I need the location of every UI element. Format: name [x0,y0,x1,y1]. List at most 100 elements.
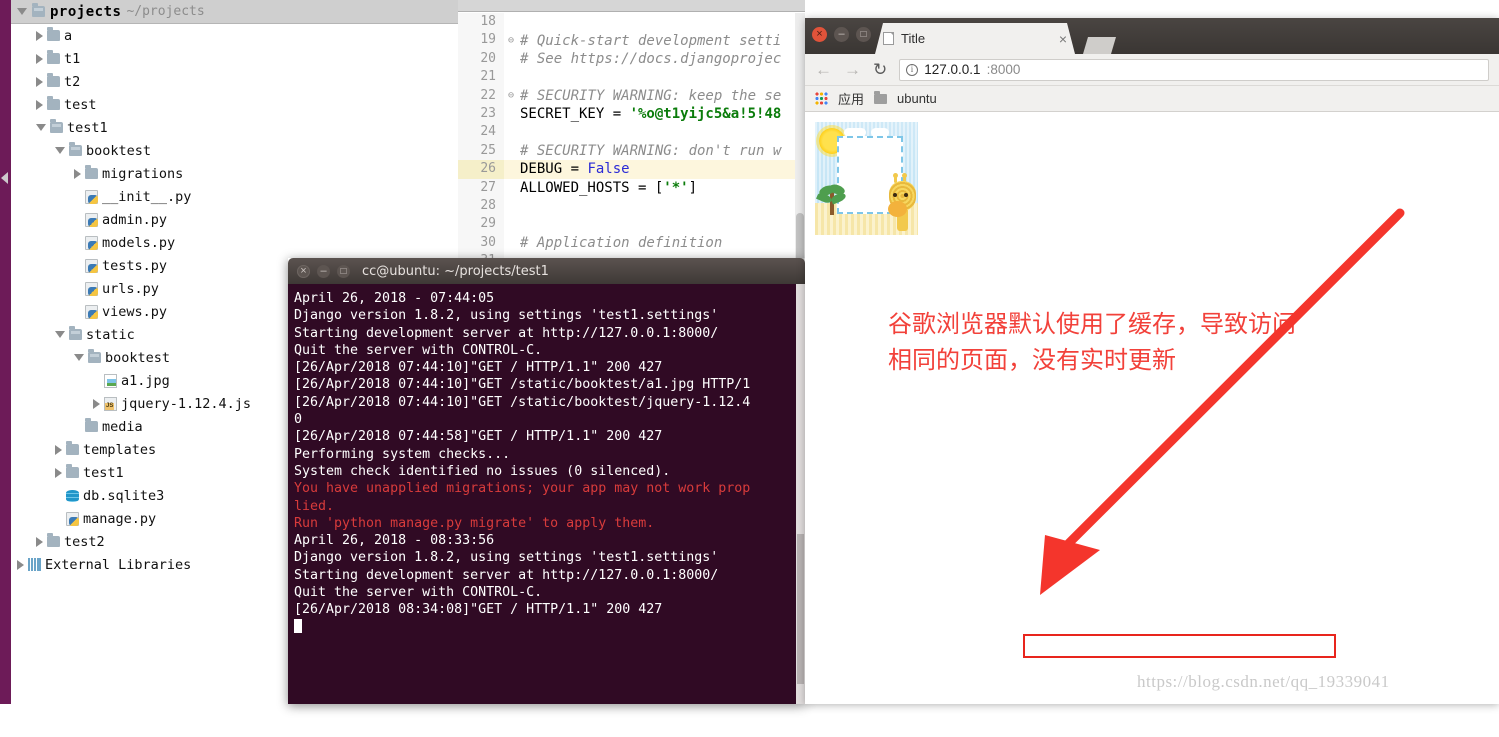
terminal-output[interactable]: April 26, 2018 - 07:44:05 Django version … [288,284,805,704]
chevron-right-icon[interactable] [36,30,43,41]
chevron-right-icon[interactable] [74,168,81,179]
terminal-scrollbar-thumb[interactable] [797,534,804,684]
chevron-right-icon[interactable] [93,398,100,409]
tree-item-booktest[interactable]: booktest [11,139,458,162]
code-text: SECRET_KEY = '%o@t1yijc5&a!5!48 [518,106,781,122]
terminal-line: You have unapplied migrations; your app … [294,481,751,497]
chevron-right-icon[interactable] [55,467,62,478]
folder-icon[interactable] [874,90,888,104]
code-identifier: SECRET_KEY = [520,106,630,123]
py-icon [85,212,98,227]
code-line[interactable]: 30 # Application definition [458,233,805,253]
project-tree-header[interactable]: projects ~/projects [11,0,458,24]
window-maximize-icon[interactable] [856,27,871,42]
chrome-tab-strip[interactable]: Title × [805,18,1499,54]
line-number: 30 [458,233,504,253]
browser-tab[interactable]: Title × [875,23,1075,54]
browser-toolbar[interactable]: ← → ↻ 127.0.0.1:8000 [805,54,1499,86]
fold-marker-icon[interactable]: ⊖ [504,90,518,101]
address-bar[interactable]: 127.0.0.1:8000 [899,58,1489,81]
chevron-right-icon[interactable] [36,536,43,547]
tree-item-test1[interactable]: test1 [11,116,458,139]
new-tab-button[interactable] [1083,37,1116,54]
code-line[interactable]: 26 DEBUG = False [458,160,805,179]
code-text: # SECURITY WARNING: don't run w [518,143,781,159]
chevron-down-icon[interactable] [55,331,65,338]
code-line[interactable]: 29 [458,215,805,234]
line-number: 22 [458,86,504,105]
tree-item--init-py[interactable]: __init__.py [11,185,458,208]
terminal-window[interactable]: cc@ubuntu: ~/projects/test1 April 26, 20… [288,258,805,704]
bookmark-ubuntu-label[interactable]: ubuntu [897,91,937,106]
a1-jpg-image[interactable] [815,122,918,235]
terminal-line: [26/Apr/2018 07:44:10]"GET /static/bookt… [294,394,751,410]
tree-item-models-py[interactable]: models.py [11,231,458,254]
terminal-line: Django version 1.8.2, using settings 'te… [294,550,719,566]
terminal-minimize-icon[interactable] [317,264,330,278]
terminal-cursor [294,618,302,633]
code-line[interactable]: 24 [458,123,805,142]
line-number: 27 [458,178,504,197]
bookmarks-bar[interactable]: 应用 ubuntu [805,86,1499,112]
chevron-right-icon[interactable] [36,53,43,64]
chevron-down-icon[interactable] [36,124,46,131]
chevron-right-icon[interactable] [36,76,43,87]
chevron-down-icon[interactable] [74,354,84,361]
forward-icon[interactable]: → [844,61,861,78]
terminal-line: April 26, 2018 - 07:44:05 [294,291,495,306]
terminal-scrollbar[interactable] [796,284,805,704]
terminal-line: Starting development server at http://12… [294,567,719,583]
py-icon [85,258,98,273]
chevron-right-icon[interactable] [55,444,62,455]
tree-item-label: models.py [102,234,176,251]
js-icon [104,396,117,411]
chevron-down-icon[interactable] [17,8,27,15]
tree-item-migrations[interactable]: migrations [11,162,458,185]
browser-tab-title: Title [901,31,926,46]
ide-left-toolstrip[interactable] [0,0,11,704]
chevron-down-icon[interactable] [55,147,65,154]
collapse-sidebar-icon[interactable] [1,172,8,184]
chevron-right-icon[interactable] [36,99,43,110]
code-line[interactable]: 22 ⊖ # SECURITY WARNING: keep the se [458,86,805,105]
tree-item-label: booktest [86,142,152,159]
folder-icon [47,533,60,547]
tree-item-t2[interactable]: t2 [11,70,458,93]
code-line[interactable]: 28 [458,196,805,216]
tree-item-test[interactable]: test [11,93,458,116]
terminal-line: 0 [294,412,303,428]
back-icon[interactable]: ← [815,61,832,78]
terminal-line: [26/Apr/2018 07:44:58]"GET / HTTP/1.1" 2… [294,429,663,445]
folder-icon [47,27,60,41]
window-controls[interactable] [812,27,871,42]
bookmark-apps-label[interactable]: 应用 [838,89,864,108]
reload-icon[interactable]: ↻ [873,61,887,78]
code-text: # See https://docs.djangoprojec [518,51,781,67]
terminal-close-icon[interactable] [297,264,310,278]
code-line[interactable]: 18 [458,13,805,32]
page-icon [883,32,894,45]
window-minimize-icon[interactable] [834,27,849,42]
code-string: '*' [663,179,689,196]
info-icon[interactable] [906,63,919,76]
apps-grid-icon[interactable] [815,92,828,105]
terminal-titlebar[interactable]: cc@ubuntu: ~/projects/test1 [288,258,805,284]
tree-item-admin-py[interactable]: admin.py [11,208,458,231]
url-host: 127.0.0.1 [924,62,981,77]
code-line[interactable]: 19 ⊖ # Quick-start development setti [458,31,805,50]
terminal-line: April 26, 2018 - 08:33:56 [294,533,495,549]
code-line[interactable]: 20 # See https://docs.djangoprojec [458,49,805,69]
tree-item-a[interactable]: a [11,24,458,47]
tree-item-t1[interactable]: t1 [11,47,458,70]
tab-close-icon[interactable]: × [1059,31,1067,47]
window-close-icon[interactable] [812,27,827,42]
code-line[interactable]: 27 ALLOWED_HOSTS = ['*'] [458,178,805,197]
chevron-right-icon[interactable] [17,559,24,570]
py-icon [85,281,98,296]
code-line[interactable]: 21 [458,68,805,87]
fold-marker-icon[interactable]: ⊖ [504,35,518,46]
terminal-maximize-icon[interactable] [337,264,350,278]
code-line[interactable]: 25 # SECURITY WARNING: don't run w [458,141,805,161]
code-line[interactable]: 23 SECRET_KEY = '%o@t1yijc5&a!5!48 [458,104,805,124]
